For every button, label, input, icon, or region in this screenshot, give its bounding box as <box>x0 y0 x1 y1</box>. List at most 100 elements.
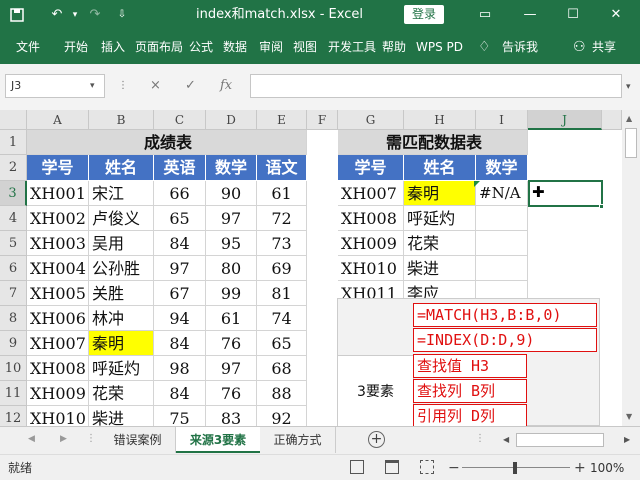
left-cell-name[interactable]: 吴用 <box>89 231 154 256</box>
right-cell-math[interactable] <box>476 206 528 231</box>
row-header-10[interactable]: 10 <box>0 356 27 381</box>
left-cell-english[interactable]: 84 <box>154 331 206 356</box>
vertical-scrollbar[interactable]: ▲ ▼ <box>622 110 640 426</box>
page-layout-view-icon[interactable] <box>385 460 399 474</box>
left-cell-id[interactable]: XH004 <box>27 256 89 281</box>
tab-file[interactable]: 文件 <box>16 30 40 64</box>
left-cell-english[interactable]: 67 <box>154 281 206 306</box>
login-button[interactable]: 登录 <box>404 5 444 24</box>
right-header-math[interactable]: 数学 <box>476 155 528 181</box>
row-header-7[interactable]: 7 <box>0 281 27 306</box>
share-button[interactable]: 共享 <box>592 30 616 64</box>
tab-page-layout[interactable]: 页面布局 <box>135 30 183 64</box>
left-cell-math[interactable]: 97 <box>206 356 257 381</box>
fill-handle[interactable] <box>599 204 604 209</box>
prev-sheet-icon[interactable]: ◀ <box>28 434 35 444</box>
right-cell-id[interactable]: XH009 <box>338 231 404 256</box>
sheet-tab-correct-method[interactable]: 正确方式 <box>260 427 336 453</box>
column-header-g[interactable]: G <box>338 110 404 130</box>
add-sheet-icon[interactable]: + <box>368 431 385 448</box>
row-header-1[interactable]: 1 <box>0 130 27 155</box>
tab-help[interactable]: 帮助 <box>382 30 406 64</box>
left-cell-id[interactable]: XH003 <box>27 231 89 256</box>
scroll-right-icon[interactable]: ▶ <box>624 435 630 444</box>
tab-insert[interactable]: 插入 <box>101 30 125 64</box>
left-cell-name[interactable]: 卢俊义 <box>89 206 154 231</box>
row-header-2[interactable]: 2 <box>0 155 27 181</box>
left-cell-id[interactable]: XH007 <box>27 331 89 356</box>
zoom-slider-thumb[interactable] <box>513 462 517 474</box>
zoom-in-icon[interactable]: + <box>574 455 586 481</box>
expand-formula-bar-icon[interactable]: ▾ <box>626 82 631 92</box>
split-grip-icon[interactable]: ⋮ <box>475 433 485 444</box>
close-button[interactable]: ✕ <box>596 0 636 30</box>
insert-function-icon[interactable]: fx <box>220 74 232 98</box>
column-header-d[interactable]: D <box>206 110 257 130</box>
column-header-j[interactable]: J <box>528 110 602 130</box>
left-cell-chinese[interactable]: 74 <box>257 306 307 331</box>
scroll-left-icon[interactable]: ◀ <box>503 435 509 444</box>
select-all-corner[interactable] <box>0 110 27 130</box>
column-header-h[interactable]: H <box>404 110 476 130</box>
row-header-8[interactable]: 8 <box>0 306 27 331</box>
left-cell-chinese[interactable]: 81 <box>257 281 307 306</box>
right-cell-name[interactable]: 秦明 <box>404 181 476 206</box>
column-header-b[interactable]: B <box>89 110 154 130</box>
left-cell-id[interactable]: XH009 <box>27 381 89 406</box>
right-header-id[interactable]: 学号 <box>338 155 404 181</box>
left-cell-id[interactable]: XH002 <box>27 206 89 231</box>
lightbulb-icon[interactable]: ♢ <box>478 30 491 64</box>
vertical-scroll-thumb[interactable] <box>625 128 637 158</box>
row-header-3[interactable]: 3 <box>0 181 27 206</box>
left-cell-chinese[interactable]: 68 <box>257 356 307 381</box>
left-cell-english[interactable]: 84 <box>154 381 206 406</box>
row-header-9[interactable]: 9 <box>0 331 27 356</box>
cancel-icon[interactable]: × <box>150 74 161 98</box>
right-cell-name[interactable]: 呼延灼 <box>404 206 476 231</box>
left-cell-name[interactable]: 花荣 <box>89 381 154 406</box>
right-cell-id[interactable]: XH010 <box>338 256 404 281</box>
left-cell-english[interactable]: 98 <box>154 356 206 381</box>
left-cell-math[interactable]: 61 <box>206 306 257 331</box>
column-header-c[interactable]: C <box>154 110 206 130</box>
left-cell-english[interactable]: 97 <box>154 256 206 281</box>
normal-view-icon[interactable] <box>350 460 364 474</box>
row-header-4[interactable]: 4 <box>0 206 27 231</box>
right-cell-math[interactable] <box>476 256 528 281</box>
formula-input[interactable] <box>250 74 622 98</box>
left-cell-chinese[interactable]: 65 <box>257 331 307 356</box>
right-table-title[interactable]: 需匹配数据表 <box>338 130 528 155</box>
save-icon[interactable] <box>4 0 30 34</box>
zoom-level[interactable]: 100% <box>590 455 624 481</box>
page-break-view-icon[interactable] <box>420 460 434 474</box>
sheet-tab-error-case[interactable]: 错误案例 <box>100 427 176 453</box>
undo-dropdown-icon[interactable]: ▾ <box>68 0 82 30</box>
tab-view[interactable]: 视图 <box>293 30 317 64</box>
undo-icon[interactable]: ↶ <box>44 0 70 30</box>
left-cell-math[interactable]: 76 <box>206 381 257 406</box>
left-cell-name[interactable]: 秦明 <box>89 331 154 356</box>
share-user-icon[interactable]: ⚇ <box>573 30 586 64</box>
right-cell-id[interactable]: XH007 <box>338 181 404 206</box>
left-cell-chinese[interactable]: 72 <box>257 206 307 231</box>
column-header-f[interactable]: F <box>307 110 338 130</box>
left-cell-english[interactable]: 65 <box>154 206 206 231</box>
minimize-button[interactable]: — <box>510 0 550 30</box>
right-cell-math[interactable]: #N/A <box>476 181 528 206</box>
left-cell-id[interactable]: XH001 <box>27 181 89 206</box>
scroll-down-icon[interactable]: ▼ <box>626 412 632 421</box>
row-header-11[interactable]: 11 <box>0 381 27 406</box>
right-cell-name[interactable]: 花荣 <box>404 231 476 256</box>
tab-home[interactable]: 开始 <box>64 30 88 64</box>
left-header-english[interactable]: 英语 <box>154 155 206 181</box>
left-cell-math[interactable]: 76 <box>206 331 257 356</box>
right-cell-name[interactable]: 柴进 <box>404 256 476 281</box>
left-cell-chinese[interactable]: 73 <box>257 231 307 256</box>
ribbon-display-icon[interactable]: ▭ <box>470 0 500 30</box>
left-cell-math[interactable]: 80 <box>206 256 257 281</box>
column-header-e[interactable]: E <box>257 110 307 130</box>
redo-icon[interactable]: ↷ <box>84 0 106 30</box>
left-cell-math[interactable]: 90 <box>206 181 257 206</box>
maximize-button[interactable]: ☐ <box>553 0 593 30</box>
tab-review[interactable]: 审阅 <box>259 30 283 64</box>
